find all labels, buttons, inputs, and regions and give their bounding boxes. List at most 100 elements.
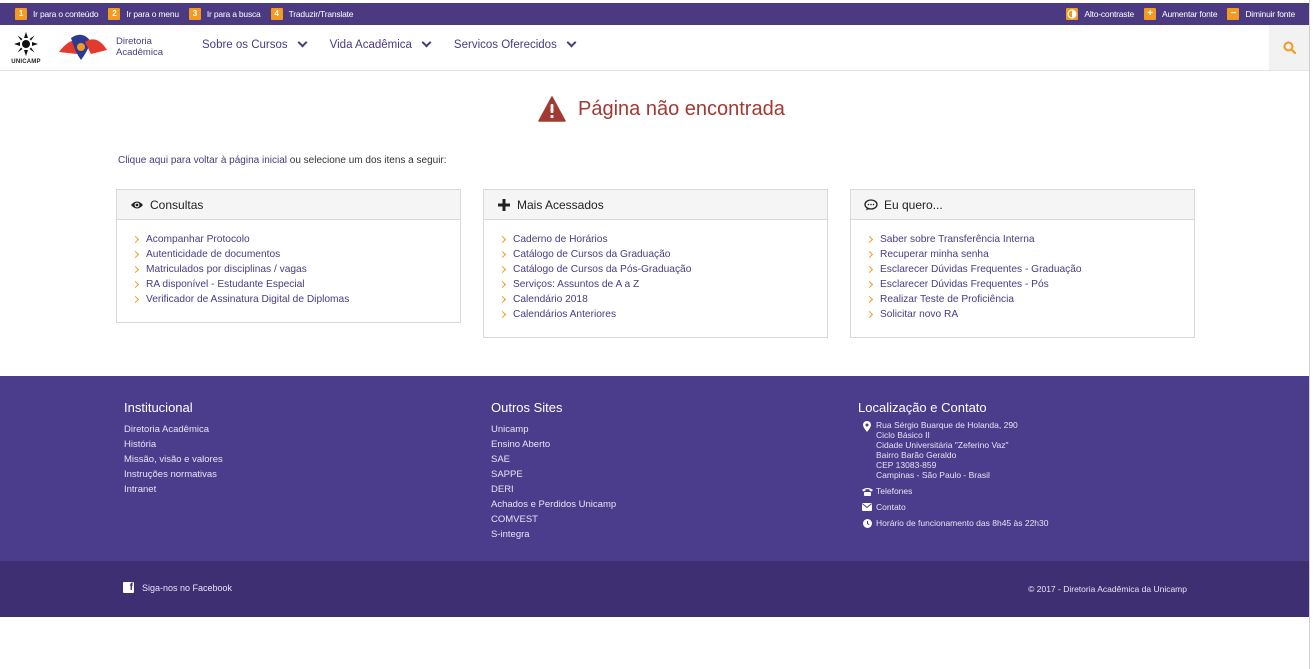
panel-title: Mais Acessados — [517, 197, 604, 212]
footer-link[interactable]: SAPPE — [491, 467, 616, 482]
link-catalogo-graduacao[interactable]: Catálogo de Cursos da Graduação — [498, 247, 827, 262]
contact-link[interactable]: Contato — [858, 502, 1048, 512]
link-label: Autenticidade de documentos — [146, 249, 281, 260]
link-transferencia-interna[interactable]: Saber sobre Transferência Interna — [865, 232, 1194, 247]
decrease-font-label: Diminuir fonte — [1245, 9, 1295, 19]
link-teste-proficiencia[interactable]: Realizar Teste de Proficiência — [865, 292, 1194, 307]
warning-icon — [538, 96, 566, 122]
chevron-right-icon — [498, 310, 507, 319]
back-home-link[interactable]: Clique aqui para voltar à página inicial — [118, 155, 287, 166]
link-matriculados[interactable]: Matriculados por disciplinas / vagas — [131, 262, 460, 277]
link-catalogo-pos[interactable]: Catálogo de Cursos da Pós-Graduação — [498, 262, 827, 277]
chevron-right-icon — [498, 265, 507, 274]
footer-link[interactable]: SAE — [491, 452, 616, 467]
footer-link[interactable]: Ensino Aberto — [491, 437, 616, 452]
page-title: Página não encontrada — [578, 97, 785, 120]
link-caderno-horarios[interactable]: Caderno de Horários — [498, 232, 827, 247]
facebook-icon: f — [123, 582, 134, 593]
address-line: Cidade Universitária "Zeferino Vaz" — [876, 440, 1009, 450]
panel-links: Caderno de Horários Catálogo de Cursos d… — [484, 220, 827, 331]
link-faq-graduacao[interactable]: Esclarecer Dúvidas Frequentes - Graduaçã… — [865, 262, 1194, 277]
link-label: RA disponível - Estudante Especial — [146, 279, 305, 290]
link-acompanhar-protocolo[interactable]: Acompanhar Protocolo — [131, 232, 460, 247]
footer-institucional: Institucional Diretoria Acadêmica Histór… — [124, 400, 223, 497]
nav-label: Sobre os Cursos — [202, 39, 288, 51]
link-servicos-a-z[interactable]: Serviços: Assuntos de A a Z — [498, 277, 827, 292]
chevron-right-icon — [498, 280, 507, 289]
unicamp-logo[interactable]: UNICAMP — [9, 29, 43, 69]
skip-to-search-link[interactable]: 3 Ir para a busca — [188, 8, 261, 20]
chevron-right-icon — [498, 250, 507, 259]
high-contrast-button[interactable]: Alto-contraste — [1066, 8, 1134, 20]
decrease-font-button[interactable]: − Diminuir fonte — [1227, 8, 1295, 20]
chevron-right-icon — [131, 280, 140, 289]
main-nav: Sobre os Cursos Vida Acadêmica Servicos … — [202, 37, 599, 51]
skip-link-label: Ir para o menu — [126, 9, 179, 19]
panel-title: Eu quero... — [884, 197, 943, 212]
footer-link[interactable]: Missão, visão e valores — [124, 452, 223, 467]
sub-footer: f Siga-nos no Facebook © 2017 - Diretori… — [0, 561, 1309, 617]
footer-section-title: Outros Sites — [491, 400, 563, 415]
link-label: Esclarecer Dúvidas Frequentes - Pós — [880, 279, 1049, 290]
chevron-right-icon — [865, 250, 874, 259]
footer-link[interactable]: DERI — [491, 482, 616, 497]
panel-consultas: Consultas Acompanhar Protocolo Autentici… — [116, 189, 461, 323]
link-label: Catálogo de Cursos da Graduação — [513, 249, 671, 260]
facebook-label: Siga-nos no Facebook — [142, 582, 233, 593]
skip-to-menu-link[interactable]: 2 Ir para o menu — [108, 8, 179, 20]
increase-font-button[interactable]: + Aumentar fonte — [1144, 8, 1218, 20]
skip-number-badge: 1 — [15, 8, 27, 20]
link-calendario-2018[interactable]: Calendário 2018 — [498, 292, 827, 307]
skip-number-badge: 2 — [108, 8, 121, 20]
footer-link[interactable]: Instruções normativas — [124, 467, 223, 482]
chevron-down-icon — [297, 37, 308, 48]
dac-name-line2: Acadêmica — [116, 47, 163, 58]
nav-servicos-oferecidos[interactable]: Servicos Oferecidos — [454, 37, 577, 51]
site-header: UNICAMP Diretoria Acadêmica Sobre os Cur… — [0, 25, 1309, 71]
link-label: Matriculados por disciplinas / vagas — [146, 264, 307, 275]
envelope-icon — [858, 502, 876, 511]
comment-icon — [863, 198, 879, 211]
link-novo-ra[interactable]: Solicitar novo RA — [865, 307, 1194, 322]
clock-icon — [858, 518, 876, 528]
skip-to-content-link[interactable]: 1 Ir para o conteúdo — [15, 8, 99, 20]
link-label: Recuperar minha senha — [880, 249, 989, 260]
footer-link[interactable]: COMVEST — [491, 512, 616, 527]
dac-name[interactable]: Diretoria Acadêmica — [116, 36, 163, 58]
address-block: Rua Sérgio Buarque de Holanda, 290 Ciclo… — [858, 420, 1048, 480]
panel-links: Saber sobre Transferência Interna Recupe… — [851, 220, 1194, 331]
dac-logo-icon[interactable] — [57, 32, 109, 62]
footer-link[interactable]: História — [124, 437, 223, 452]
nav-vida-academica[interactable]: Vida Acadêmica — [330, 37, 432, 51]
unicamp-logo-text: UNICAMP — [11, 59, 41, 65]
footer-section-title: Localização e Contato — [858, 400, 987, 415]
facebook-link[interactable]: f Siga-nos no Facebook — [123, 582, 232, 593]
hours-label: Horário de funcionamento das 8h45 às 22h… — [876, 518, 1049, 528]
link-ra-disponivel[interactable]: RA disponível - Estudante Especial — [131, 277, 460, 292]
map-marker-icon — [858, 420, 876, 432]
link-autenticidade[interactable]: Autenticidade de documentos — [131, 247, 460, 262]
chevron-right-icon — [131, 295, 140, 304]
dac-name-line1: Diretoria — [116, 36, 152, 47]
link-calendarios-anteriores[interactable]: Calendários Anteriores — [498, 307, 827, 322]
footer-link[interactable]: S-integra — [491, 527, 616, 542]
link-faq-pos[interactable]: Esclarecer Dúvidas Frequentes - Pós — [865, 277, 1194, 292]
footer-link[interactable]: Achados e Perdidos Unicamp — [491, 497, 616, 512]
panel-header: Eu quero... — [851, 190, 1194, 220]
translate-link[interactable]: 4 Traduzir/Translate — [270, 8, 354, 20]
address-lines: Rua Sérgio Buarque de Holanda, 290 Ciclo… — [876, 420, 1018, 480]
footer-link[interactable]: Intranet — [124, 482, 223, 497]
footer-link[interactable]: Diretoria Acadêmica — [124, 422, 223, 437]
nav-sobre-os-cursos[interactable]: Sobre os Cursos — [202, 37, 308, 51]
hours-row: Horário de funcionamento das 8h45 às 22h… — [858, 518, 1048, 528]
panel-eu-quero: Eu quero... Saber sobre Transferência In… — [850, 189, 1195, 338]
link-recuperar-senha[interactable]: Recuperar minha senha — [865, 247, 1194, 262]
link-label: Acompanhar Protocolo — [146, 234, 250, 245]
search-icon — [1283, 41, 1296, 54]
link-label: Saber sobre Transferência Interna — [880, 234, 1035, 245]
unicamp-logo-mark-icon — [14, 32, 38, 56]
phones-link[interactable]: Telefones — [858, 486, 1048, 496]
search-button[interactable] — [1269, 25, 1309, 70]
footer-link[interactable]: Unicamp — [491, 422, 616, 437]
link-verificador-assinatura[interactable]: Verificador de Assinatura Digital de Dip… — [131, 292, 460, 307]
